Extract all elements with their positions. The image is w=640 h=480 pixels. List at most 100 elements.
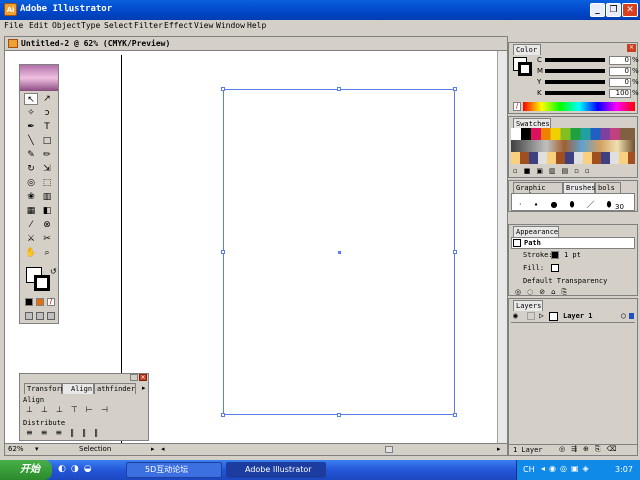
zoom-dropdown-icon[interactable]: ▾ xyxy=(35,445,39,453)
handle-bottom-left[interactable] xyxy=(221,413,225,417)
align-options-icon[interactable]: ▸ xyxy=(142,384,146,392)
direct-selection-tool-icon[interactable]: ↗ xyxy=(40,93,54,105)
type-tool-icon[interactable]: T xyxy=(40,121,54,133)
none-mode-button[interactable]: / xyxy=(47,298,55,306)
handle-top-right[interactable] xyxy=(453,87,457,91)
channel-y-value[interactable]: 0 xyxy=(609,78,631,87)
handle-middle-left[interactable] xyxy=(221,250,225,254)
scroll-right-icon[interactable]: ▸ xyxy=(497,445,501,453)
menu-select[interactable]: Select xyxy=(104,21,133,30)
zoom-level[interactable]: 62% xyxy=(8,445,24,453)
none-color-icon[interactable]: / xyxy=(513,102,521,111)
rectangle-tool-icon[interactable]: □ xyxy=(40,135,54,147)
minimize-button[interactable]: _ xyxy=(590,3,605,17)
tab-color[interactable]: Color xyxy=(513,44,541,55)
menu-edit[interactable]: Edit xyxy=(29,21,48,30)
handle-bottom-right[interactable] xyxy=(453,413,457,417)
paintbrush-tool-icon[interactable]: ✎ xyxy=(24,149,38,161)
tab-symbols[interactable]: bols xyxy=(595,182,621,193)
layer-name[interactable]: Layer 1 xyxy=(563,312,593,320)
symbol-sprayer-tool-icon[interactable]: ❀ xyxy=(24,191,38,203)
line-tool-icon[interactable]: ╲ xyxy=(24,135,38,147)
scroll-left-icon[interactable]: ◂ xyxy=(161,445,165,453)
start-button[interactable]: 开始 xyxy=(0,460,52,480)
appearance-object-row[interactable]: Path xyxy=(511,237,635,249)
selection-tool-icon[interactable]: ↖ xyxy=(24,93,38,105)
handle-middle-right[interactable] xyxy=(453,250,457,254)
scale-tool-icon[interactable]: ⇲ xyxy=(40,163,54,175)
hand-tool-icon[interactable]: ✋ xyxy=(24,247,38,259)
horizontal-scroll-thumb[interactable] xyxy=(385,446,393,453)
appearance-stroke-row[interactable]: Stroke: 1 pt xyxy=(511,250,635,262)
vertical-scrollbar[interactable] xyxy=(497,51,507,443)
maximize-button[interactable]: ❐ xyxy=(606,3,621,17)
channel-y-slider[interactable] xyxy=(545,80,605,84)
tab-transform[interactable]: Transform xyxy=(24,383,65,394)
handle-bottom-center[interactable] xyxy=(337,413,341,417)
gradient-tool-icon[interactable]: ◧ xyxy=(40,205,54,217)
channel-c-slider[interactable] xyxy=(545,58,605,62)
task-forum[interactable]: 5D互动论坛 xyxy=(126,462,222,478)
status-menu-icon[interactable]: ▸ xyxy=(151,445,155,453)
tab-layers[interactable]: Layers xyxy=(513,300,543,311)
slice-tool-icon[interactable]: ⚔ xyxy=(24,233,38,245)
menu-object[interactable]: Object xyxy=(52,21,81,30)
scissors-tool-icon[interactable]: ✂ xyxy=(40,233,54,245)
gradient-mode-button[interactable] xyxy=(36,298,44,306)
close-button[interactable]: ✕ xyxy=(622,3,638,17)
blend-tool-icon[interactable]: ⊗ xyxy=(40,219,54,231)
tab-brushes[interactable]: Brushes xyxy=(563,182,596,193)
warp-tool-icon[interactable]: ◎ xyxy=(24,177,38,189)
color-mode-button[interactable] xyxy=(25,298,33,306)
menu-filter[interactable]: Filter xyxy=(134,21,163,30)
standard-screen-mode-button[interactable] xyxy=(25,312,33,320)
handle-top-center[interactable] xyxy=(337,87,341,91)
stroke-swatch[interactable] xyxy=(34,275,50,291)
mesh-tool-icon[interactable]: ▦ xyxy=(24,205,38,217)
tab-align[interactable]: Align xyxy=(62,383,94,394)
swatches-footer-buttons[interactable]: ▫■▣▥▤▫▫ xyxy=(513,167,596,175)
swatch-row-patterns[interactable] xyxy=(511,152,635,164)
menu-view[interactable]: View xyxy=(194,21,213,30)
channel-k-value[interactable]: 100 xyxy=(609,89,631,98)
menu-file[interactable]: File xyxy=(4,21,23,30)
pencil-tool-icon[interactable]: ✏ xyxy=(40,149,54,161)
channel-c-value[interactable]: 0 xyxy=(609,56,631,65)
menu-type[interactable]: Type xyxy=(81,21,100,30)
align-palette-header[interactable] xyxy=(20,374,148,382)
lock-toggle[interactable] xyxy=(527,312,535,320)
lasso-tool-icon[interactable]: ↄ xyxy=(40,107,54,119)
graph-tool-icon[interactable]: ▥ xyxy=(40,191,54,203)
channel-k-slider[interactable] xyxy=(545,91,605,95)
pen-tool-icon[interactable]: ✒ xyxy=(24,121,38,133)
free-transform-tool-icon[interactable]: ⬚ xyxy=(40,177,54,189)
color-close-icon[interactable]: × xyxy=(627,44,636,52)
expand-arrow-icon[interactable]: ▷ xyxy=(539,311,544,320)
full-screen-menu-mode-button[interactable] xyxy=(36,312,44,320)
task-illustrator[interactable]: Adobe Illustrator xyxy=(226,462,326,478)
appearance-transparency-row[interactable]: Default Transparency xyxy=(511,276,635,288)
channel-m-slider[interactable] xyxy=(545,69,605,73)
channel-m-value[interactable]: 0 xyxy=(609,67,631,76)
input-method[interactable]: CH xyxy=(523,465,535,474)
zoom-tool-icon[interactable]: ⌕ xyxy=(40,247,54,259)
swatch-row-2[interactable] xyxy=(511,140,635,152)
layers-footer-buttons[interactable]: ◎⇶⊕⎘⌫ xyxy=(559,445,622,454)
menu-window[interactable]: Window xyxy=(216,21,245,30)
eyedropper-tool-icon[interactable]: ⁄ xyxy=(24,219,38,231)
handle-top-left[interactable] xyxy=(221,87,225,91)
color-stroke-swatch[interactable] xyxy=(518,62,532,76)
rotate-tool-icon[interactable]: ↻ xyxy=(24,163,38,175)
tray-icons[interactable]: ◂◉◎▣◈ xyxy=(541,464,593,473)
align-close-icon[interactable]: × xyxy=(139,374,147,381)
quick-launch-icons[interactable]: ◐◑◒ xyxy=(58,464,97,474)
layer-row[interactable]: ◉ ▷ Layer 1 ○ xyxy=(511,311,635,323)
menu-help[interactable]: Help xyxy=(247,21,266,30)
color-spectrum-bar[interactable] xyxy=(523,102,635,111)
align-minimize-icon[interactable] xyxy=(130,374,138,381)
brush-samples[interactable]: ·∙●⬮／⬮ xyxy=(519,199,624,210)
magic-wand-tool-icon[interactable]: ✧ xyxy=(24,107,38,119)
visibility-eye-icon[interactable]: ◉ xyxy=(513,311,518,320)
appearance-footer-buttons[interactable]: ◎◌⊘⌂⎘ xyxy=(515,288,573,297)
tab-pathfinder[interactable]: athfinder xyxy=(94,383,136,394)
